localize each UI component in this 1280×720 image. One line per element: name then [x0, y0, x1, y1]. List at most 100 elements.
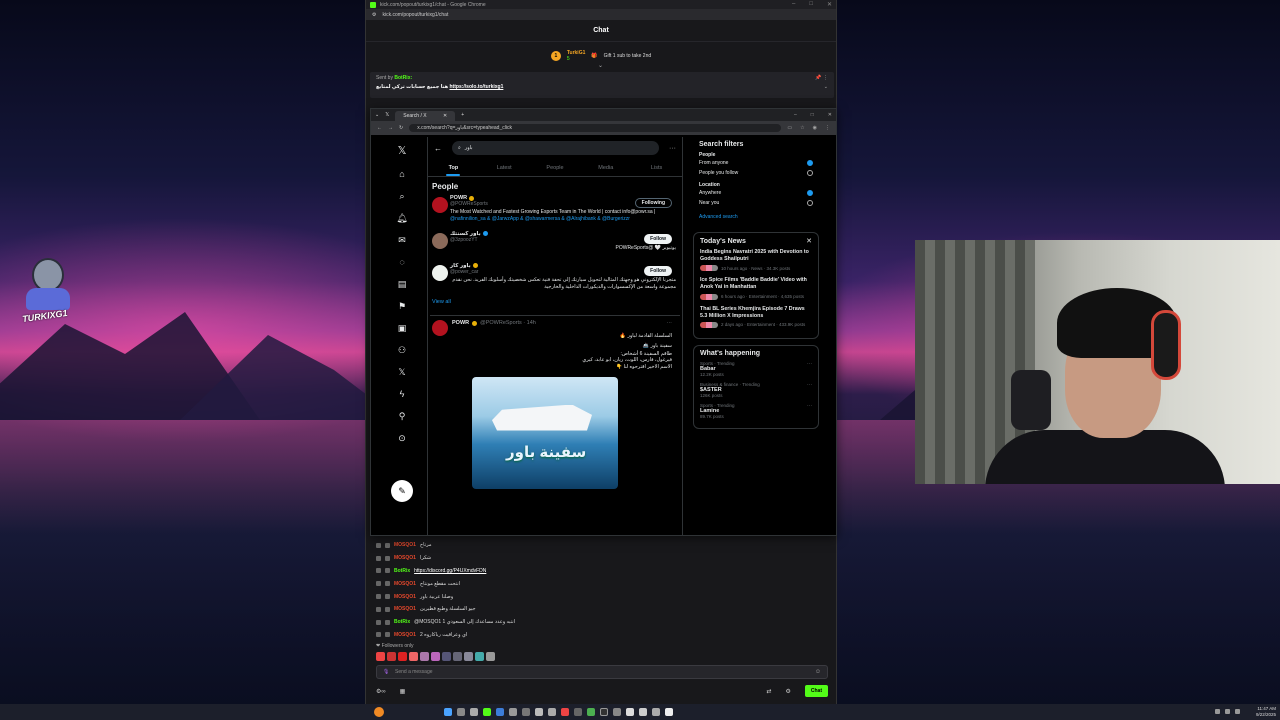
close-icon[interactable]: ✕ — [828, 112, 832, 118]
explore-search-icon[interactable]: ⌕ — [395, 189, 409, 203]
trend-item[interactable]: Sports · Trending Lamine 89.7K posts ··· — [700, 403, 812, 419]
grok-icon[interactable]: ◌ — [395, 255, 409, 269]
maximize-icon[interactable]: □ — [811, 112, 814, 118]
close-icon[interactable]: ✕ — [443, 113, 447, 119]
new-tab-icon[interactable]: + — [461, 112, 464, 118]
close-icon[interactable]: ✕ — [827, 1, 832, 8]
tab-search-icon[interactable]: ⌄ — [375, 112, 379, 118]
news-item[interactable]: Ice Spice Films 'Baddie Baddie' Video wi… — [700, 277, 812, 300]
app-icon[interactable] — [522, 708, 530, 716]
chat-username[interactable]: BotRix — [394, 568, 410, 574]
chat-message-text[interactable]: https://discord.gg/P4UXmdvFDN — [414, 568, 486, 574]
app-icon[interactable] — [652, 708, 660, 716]
premium-icon[interactable]: 𝕏 — [395, 365, 409, 379]
taskbar-clock[interactable]: 11:47 AM 9/22/2025 — [1256, 706, 1276, 718]
chat-send-button[interactable]: Chat — [804, 685, 828, 697]
emote[interactable] — [475, 652, 484, 661]
person-result[interactable]: باور كار @power_car Follow متجرنا الإلكت… — [430, 263, 680, 296]
send-message-input[interactable]: 🎙 Send a message ☺ — [376, 665, 828, 679]
emote[interactable] — [387, 652, 396, 661]
avatar[interactable] — [432, 320, 448, 336]
tab-top[interactable]: Top — [428, 159, 479, 176]
avatar[interactable] — [432, 264, 448, 281]
tab-lists[interactable]: Lists — [631, 159, 682, 176]
radio-unchecked[interactable] — [807, 200, 813, 206]
lists-icon[interactable]: ▤ — [395, 277, 409, 291]
tab-people[interactable]: People — [530, 159, 581, 176]
app-icon[interactable] — [548, 708, 556, 716]
view-all-link[interactable]: View all — [430, 295, 680, 316]
chrome-icon[interactable] — [665, 708, 673, 716]
minimize-icon[interactable]: – — [794, 112, 797, 118]
more-options-icon[interactable]: ··· — [807, 403, 812, 409]
news-item[interactable]: India Begins Navratri 2025 with Devotion… — [700, 249, 812, 272]
forward-icon[interactable]: → — [388, 125, 393, 131]
app-icon[interactable] — [587, 708, 595, 716]
chat-username[interactable]: MOSQO1 — [394, 606, 416, 612]
chat-username[interactable]: MOSQO1 — [394, 555, 416, 561]
app-icon[interactable] — [496, 708, 504, 716]
star-icon[interactable]: ☆ — [800, 125, 804, 131]
swap-icon[interactable]: ⇄ — [766, 688, 771, 695]
home-icon[interactable]: ⌂ — [395, 167, 409, 181]
pinned-link[interactable]: https://solo.to/turkixg1 — [450, 84, 504, 90]
more-options-icon[interactable]: ··· — [807, 361, 812, 367]
tray-icon[interactable] — [1215, 709, 1220, 714]
follow-button[interactable]: Follow — [644, 233, 672, 244]
jobs-icon[interactable]: ▣ — [395, 321, 409, 335]
emote[interactable] — [486, 652, 495, 661]
tab-search-x[interactable]: Search / X ✕ — [395, 111, 456, 121]
advanced-search-link[interactable]: Advanced search — [699, 214, 813, 220]
start-icon[interactable] — [444, 708, 452, 716]
cast-icon[interactable]: ▭ — [787, 125, 792, 131]
emote[interactable] — [409, 652, 418, 661]
more-options-icon[interactable]: ··· — [667, 320, 673, 326]
emote[interactable] — [442, 652, 451, 661]
url-field[interactable]: x.com/search?q=باور&src=typeahead_click — [409, 124, 782, 132]
task-view-icon[interactable] — [470, 708, 478, 716]
filter-option[interactable]: From anyone — [699, 158, 813, 168]
settings-icon[interactable]: ⚙∞ — [376, 688, 386, 695]
app-icon[interactable] — [483, 708, 491, 716]
site-info-icon[interactable]: ⚙ — [372, 12, 376, 18]
emote[interactable] — [431, 652, 440, 661]
app-icon[interactable] — [535, 708, 543, 716]
weather-icon[interactable] — [374, 707, 384, 717]
wifi-icon[interactable] — [1225, 709, 1230, 714]
close-icon[interactable]: ✕ — [806, 237, 812, 245]
messages-icon[interactable]: ✉ — [395, 233, 409, 247]
chat-url-bar[interactable]: ⚙ kick.com/popout/turkixg1/chat — [366, 9, 836, 20]
chevron-down-icon[interactable]: ⌄ — [824, 84, 828, 90]
more-icon[interactable]: ⊙ — [395, 431, 409, 445]
bio-links[interactable]: @nafinnilion_sa & @JarwzApp & @shawarmer… — [450, 216, 630, 222]
avatar[interactable] — [432, 232, 448, 249]
post-button[interactable]: ✎ — [391, 480, 413, 502]
bookmarks-icon[interactable]: ⚑ — [395, 299, 409, 313]
reload-icon[interactable]: ↻ — [399, 125, 403, 131]
app-icon[interactable] — [613, 708, 621, 716]
emote[interactable] — [376, 652, 385, 661]
emoji-icon[interactable]: ☺ — [815, 669, 821, 675]
chrome-icon[interactable] — [626, 708, 634, 716]
menu-icon[interactable]: ⋮ — [825, 125, 830, 131]
more-options-icon[interactable]: ··· — [807, 382, 812, 388]
pin-icon[interactable]: 📌 ⋮ — [815, 75, 828, 81]
radio-checked[interactable] — [807, 190, 813, 196]
chat-username[interactable]: MOSQO1 — [394, 594, 416, 600]
person-result[interactable]: باور كسنتك @3zpoozYT Follow يوتيوبر 🤍 @P… — [430, 231, 680, 261]
person-result[interactable]: POWR @POWReSports Following The Most Wat… — [430, 195, 680, 228]
app-icon[interactable] — [509, 708, 517, 716]
x-home-logo-icon[interactable]: 𝕏 — [395, 143, 409, 157]
profile-icon[interactable]: ⚲ — [395, 409, 409, 423]
chevron-down-icon[interactable]: ⌄ — [598, 62, 603, 69]
app-icon[interactable] — [600, 708, 608, 716]
emote[interactable] — [398, 652, 407, 661]
app-icon[interactable] — [561, 708, 569, 716]
tab-media[interactable]: Media — [580, 159, 631, 176]
chat-username[interactable]: MOSQO1 — [394, 581, 416, 587]
radio-checked[interactable] — [807, 160, 813, 166]
chat-username[interactable]: MOSQO1 — [394, 542, 416, 548]
app-icon[interactable] — [574, 708, 582, 716]
notifications-icon[interactable]: 🔔︎ — [395, 211, 409, 225]
gift-leaderboard[interactable]: 1 TurkiG1 5 🎁 Gift 1 sub to take 2nd — [366, 42, 836, 64]
